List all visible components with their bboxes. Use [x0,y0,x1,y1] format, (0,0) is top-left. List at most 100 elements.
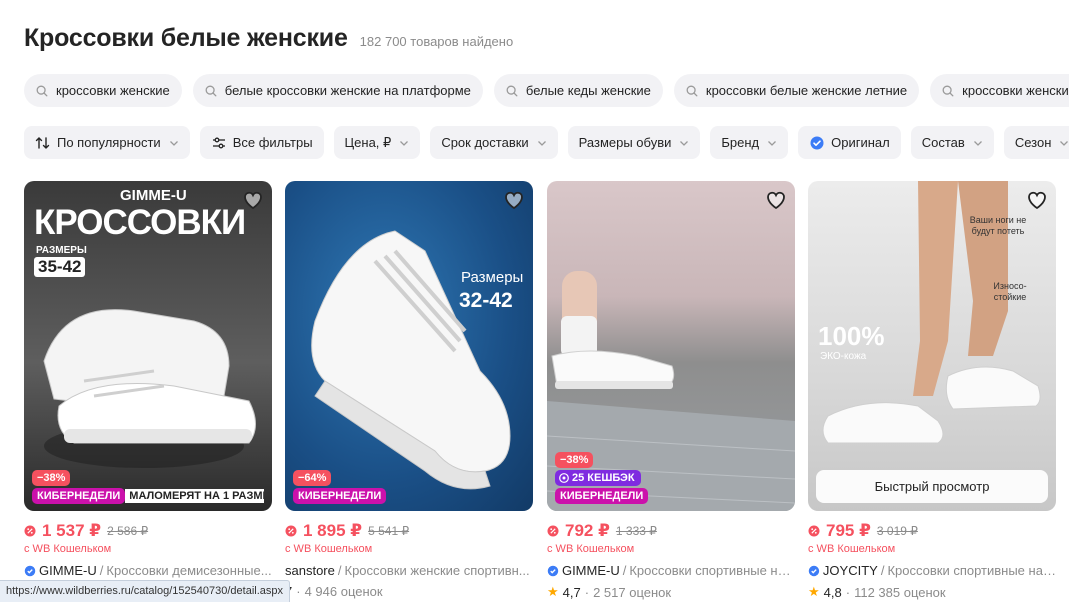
separator: / [880,563,885,578]
current-price: 795 ₽ [826,521,871,540]
quick-view-button[interactable]: Быстрый просмотр [816,470,1048,503]
old-price: 5 541 ₽ [368,524,410,538]
promo-badge: КИБЕРНЕДЕЛИ [555,488,649,504]
suggestion-label: кроссовки белые женские летние [705,83,908,98]
rating-value: 4,7 [562,584,581,600]
cashback-label: 25 КЕШБЭК [572,472,635,484]
rating-row: 7 · 4 946 оценок [285,584,533,599]
favorite-heart-icon[interactable] [1024,187,1050,213]
product-card[interactable]: −38% 25 КЕШБЭК КИБЕРНЕДЕЛИ 792 ₽ 1 333 ₽… [547,181,795,600]
price-row: 795 ₽ 3 019 ₽ [808,521,1056,541]
filter-bar: По популярности Все фильтры Цена, ₽ Срок… [24,126,1069,159]
filters-icon [212,137,225,148]
star-icon: ★ [808,584,820,599]
favorite-heart-icon[interactable] [240,187,266,213]
separator: · [296,584,301,599]
photo-sizes-text: 32-42 [459,289,513,312]
product-card[interactable]: Ваши ноги не будут потеть Износо- стойки… [808,181,1056,600]
verified-check-icon [808,565,820,576]
all-filters-button[interactable]: Все фильтры [199,126,324,159]
promo-strip: КИБЕРНЕДЕЛИ МАЛОМЕРЯТ НА 1 РАЗМЕР! [32,488,264,504]
cashback-badge: 25 КЕШБЭК [555,470,641,486]
original-filter[interactable]: Оригинал [798,126,901,159]
product-photo[interactable]: −38% 25 КЕШБЭК КИБЕРНЕДЕЛИ [547,181,795,511]
search-suggestions: кроссовки женские белые кроссовки женски… [24,74,1069,107]
suggestion-label: белые кеды женские [525,83,651,98]
brand-name: JOYCITY [822,563,878,578]
brand-row[interactable]: sanstore / Кроссовки женские спортивн... [285,563,533,578]
verified-check-icon [810,136,824,149]
verified-check-icon [24,565,36,576]
separator: / [337,563,342,578]
verified-check-icon [547,565,559,576]
old-price: 1 333 ₽ [615,524,657,538]
product-card[interactable]: GIMME-U КРОССОВКИ РАЗМЕРЫ 35-42 −38% КИБ… [24,181,272,578]
sort-button[interactable]: По популярности [24,126,190,159]
price-row: 1 895 ₽ 5 541 ₽ [285,521,533,541]
sizes-filter-label: Размеры обуви [578,135,672,150]
separator: / [622,563,627,578]
price-filter-label: Цена, ₽ [344,134,392,150]
suggestion-chip[interactable]: кроссовки женские [24,74,182,107]
sizes-filter[interactable]: Размеры обуви [567,126,701,159]
suggestion-chip[interactable]: кроссовки белые женские летние [673,74,920,107]
rating-row: ★ 4,7 · 2 517 оценок [547,584,795,600]
price-filter[interactable]: Цена, ₽ [333,126,421,159]
photo-feature-text: Износо- стойкие [993,281,1027,302]
composition-filter[interactable]: Состав [910,126,994,159]
wallet-note: с WB Кошельком [24,543,112,555]
search-icon [36,85,48,96]
search-icon [205,85,217,96]
brand-row[interactable]: GIMME-U / Кроссовки спортивные на... [547,563,795,578]
season-filter[interactable]: Сезон [1003,126,1069,159]
suggestion-chip[interactable]: кроссовки женские б [930,74,1069,107]
chevron-down-icon [768,140,777,146]
search-icon [506,85,518,96]
product-photo[interactable]: Ваши ноги не будут потеть Износо- стойки… [808,181,1056,511]
wallet-discount-icon [24,525,36,537]
suggestion-chip[interactable]: белые кеды женские [493,74,663,107]
wallet-note: с WB Кошельком [285,543,373,555]
brand-filter-label: Бренд [721,135,760,150]
product-card[interactable]: Размеры 32-42 −64% КИБЕРНЕДЕЛИ 1 895 ₽ 5… [285,181,533,599]
price-row: 1 537 ₽ 2 586 ₽ [24,521,272,541]
photo-material-text: ЭКО-кожа [820,351,867,362]
photo-sizes-label: Размеры [461,269,524,286]
old-price: 3 019 ₽ [876,524,918,538]
star-icon: ★ [547,584,559,599]
product-name: Кроссовки демисезонные... [106,563,272,578]
product-photo[interactable]: GIMME-U КРОССОВКИ РАЗМЕРЫ 35-42 −38% КИБ… [24,181,272,511]
wallet-note: с WB Кошельком [808,543,896,555]
product-name: Кроссовки женские спортивн... [344,563,530,578]
current-price: 792 ₽ [565,521,610,540]
original-filter-label: Оригинал [831,135,890,150]
delivery-filter[interactable]: Срок доставки [430,126,558,159]
brand-filter[interactable]: Бренд [710,126,789,159]
brand-row[interactable]: JOYCITY / Кроссовки спортивные на ... [808,563,1056,578]
page-header: Кроссовки белые женские 182 700 товаров … [24,24,513,53]
page-title: Кроссовки белые женские [24,24,348,52]
all-filters-label: Все фильтры [232,135,313,150]
separator: · [845,584,851,600]
favorite-heart-icon[interactable] [501,187,527,213]
current-price: 1 895 ₽ [303,521,363,540]
status-bar-url: https://www.wildberries.ru/catalog/15254… [0,580,290,602]
wallet-discount-icon [808,525,820,537]
brand-row[interactable]: GIMME-U / Кроссовки демисезонные... [24,563,272,578]
discount-badge: −38% [555,452,594,468]
product-photo[interactable]: Размеры 32-42 −64% КИБЕРНЕДЕЛИ [285,181,533,511]
rating-row: ★ 4,8 · 112 385 оценок [808,584,1056,600]
chevron-down-icon [1060,140,1069,146]
reviews-count: 2 517 оценок [593,584,672,600]
wallet-discount-icon [285,525,297,537]
photo-sizes-label: РАЗМЕРЫ [36,245,87,256]
delivery-filter-label: Срок доставки [441,135,529,150]
chevron-down-icon [973,140,982,146]
photo-feature-text: Ваши ноги не будут потеть [969,215,1027,236]
suggestion-label: кроссовки женские [56,83,170,98]
favorite-heart-icon[interactable] [763,187,789,213]
current-price: 1 537 ₽ [42,521,102,540]
sort-icon [35,136,50,149]
photo-percent-text: 100% [818,321,885,351]
suggestion-chip[interactable]: белые кроссовки женские на платформе [192,74,483,107]
